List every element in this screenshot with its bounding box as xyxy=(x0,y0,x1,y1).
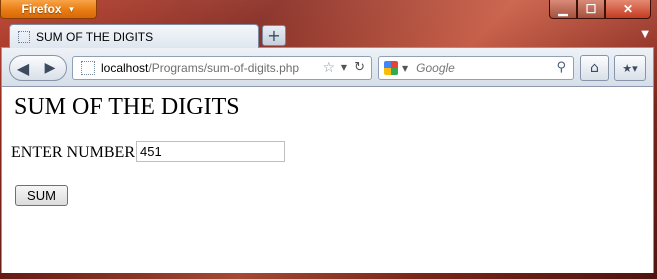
maximize-button[interactable]: ☐ xyxy=(577,0,605,19)
new-tab-icon: + xyxy=(267,26,281,45)
close-icon: ✕ xyxy=(622,2,634,16)
page-content: SUM OF THE DIGITS ENTER NUMBER: SUM xyxy=(1,87,654,273)
forward-button[interactable]: ▶ xyxy=(36,60,64,76)
bookmark-star-icon[interactable]: ☆ xyxy=(322,60,335,76)
firefox-menu-button[interactable]: Firefox ▼ xyxy=(0,0,97,19)
new-tab-button[interactable]: + xyxy=(262,25,286,46)
url-bar[interactable]: localhost/Programs/sum-of-digits.php ☆ ▼… xyxy=(72,56,372,80)
tab-list-icon: ▼ xyxy=(641,29,649,40)
close-window-button[interactable]: ✕ xyxy=(605,0,651,19)
back-button[interactable]: ◀ xyxy=(10,55,36,81)
sum-button[interactable]: SUM xyxy=(15,185,68,206)
minimize-button[interactable]: ▁ xyxy=(549,0,577,19)
firefox-caret-icon: ▼ xyxy=(67,4,76,14)
number-input[interactable] xyxy=(136,141,285,162)
home-button[interactable]: ⌂ xyxy=(580,55,609,81)
maximize-icon: ☐ xyxy=(585,2,597,16)
page-favicon xyxy=(18,30,30,43)
search-bar[interactable]: ▼ Google ⚲ xyxy=(378,56,574,80)
page-title: SUM OF THE DIGITS xyxy=(14,94,240,120)
url-host: localhost xyxy=(101,61,149,75)
navigation-toolbar: ◀ ▶ localhost/Programs/sum-of-digits.php… xyxy=(1,47,654,87)
forward-icon: ▶ xyxy=(44,60,56,76)
url-path: /Programs/sum-of-digits.php xyxy=(148,61,300,75)
google-icon[interactable] xyxy=(384,61,398,75)
number-label: ENTER NUMBER: xyxy=(11,144,140,161)
search-placeholder: Google xyxy=(416,61,455,75)
firefox-menu-label: Firefox xyxy=(21,2,62,16)
reload-icon[interactable]: ↻ xyxy=(354,60,365,75)
tab-list-button[interactable]: ▼ xyxy=(641,29,649,40)
search-engine-dropdown-icon[interactable]: ▼ xyxy=(402,64,408,73)
minimize-icon: ▁ xyxy=(558,2,568,16)
site-identity-icon[interactable] xyxy=(81,61,95,75)
search-icon[interactable]: ⚲ xyxy=(556,60,566,75)
bookmarks-menu-button[interactable]: ★▾ xyxy=(614,55,646,81)
home-icon: ⌂ xyxy=(590,60,599,76)
tab-title: SUM OF THE DIGITS xyxy=(36,29,154,44)
back-forward-group: ◀ ▶ xyxy=(9,55,67,81)
window-controls: ▁ ☐ ✕ xyxy=(549,0,651,19)
tab-active[interactable]: SUM OF THE DIGITS xyxy=(9,24,259,48)
bookmarks-menu-icon: ★▾ xyxy=(622,61,638,75)
history-dropdown-icon[interactable]: ▼ xyxy=(341,63,347,72)
back-icon: ◀ xyxy=(16,58,30,78)
